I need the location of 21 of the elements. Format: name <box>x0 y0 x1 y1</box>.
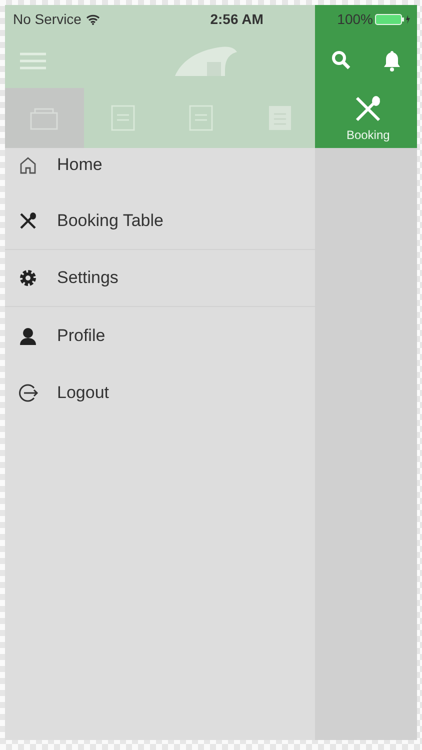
clock-text: 2:56 AM <box>210 11 264 27</box>
settings-icon <box>17 268 39 288</box>
wifi-icon <box>86 14 100 24</box>
carrier-text: No Service <box>13 11 82 27</box>
note-icon <box>188 104 214 132</box>
menu-item[interactable]: Profile <box>5 307 315 364</box>
note-icon <box>110 104 136 132</box>
menu-item[interactable]: Home <box>5 136 315 193</box>
cutlery-icon <box>17 211 39 231</box>
menu-icon[interactable] <box>20 52 46 70</box>
tab[interactable] <box>5 88 84 148</box>
battery-text: 100% <box>337 11 373 27</box>
menu-item[interactable]: Booking Table <box>5 193 315 250</box>
search-icon[interactable] <box>330 50 350 70</box>
battery-icon <box>374 14 411 24</box>
bell-icon[interactable] <box>382 50 402 72</box>
menu-item[interactable]: Logout <box>5 364 315 421</box>
menu-item[interactable]: Settings <box>5 250 315 307</box>
logout-icon <box>17 382 39 404</box>
user-icon <box>17 326 39 346</box>
document-icon <box>266 104 293 132</box>
